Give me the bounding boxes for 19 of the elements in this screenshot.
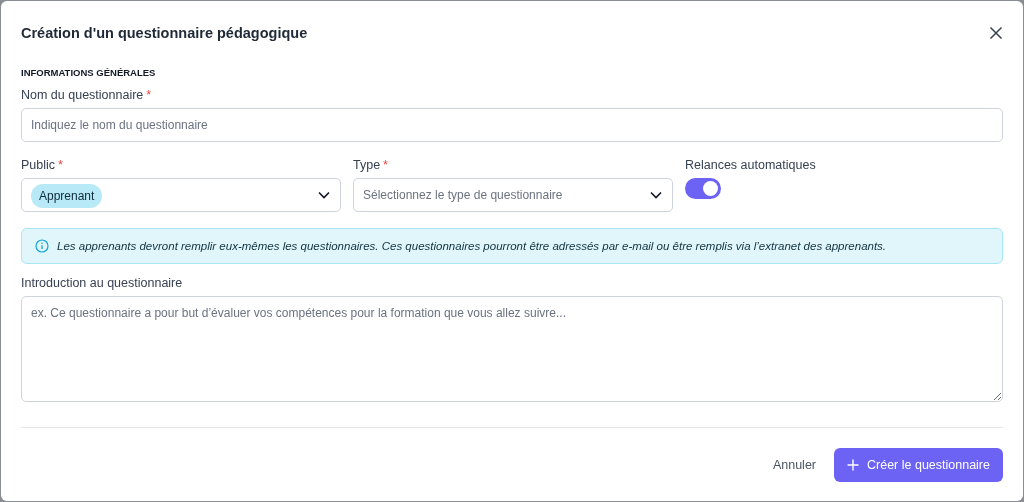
toggle-switch[interactable] xyxy=(685,178,721,199)
field-label: Nom du questionnaire * xyxy=(21,88,153,102)
dialog-title: Création d'un questionnaire pédagogique xyxy=(21,25,308,41)
public-select[interactable]: Apprenant xyxy=(21,178,341,212)
field-label: Introduction au questionnaire xyxy=(21,276,184,290)
type-select[interactable]: Sélectionnez le type de questionnaire xyxy=(353,178,673,212)
create-button[interactable]: Créer le questionnaire xyxy=(834,448,1003,482)
field-label: Type * xyxy=(353,158,389,172)
info-text: Les apprenants devront remplir eux-mêmes les questionnaires. Ces questionnaires pourront être adressés par e-mail ou être remplis via l’extranet des apprenants. xyxy=(57,240,887,252)
field-label: Relances automatiques xyxy=(685,158,817,172)
name-input[interactable]: Indiquez le nom du questionnaire xyxy=(21,108,1003,142)
cancel-button[interactable]: Annuler xyxy=(770,452,818,478)
intro-textarea[interactable]: ex. Ce questionnaire a pour but d’évaluer vos compétences pour la formation que vous allez suivre... xyxy=(21,296,1003,402)
plus-icon xyxy=(847,459,859,471)
tag: Apprenant xyxy=(31,184,103,208)
field-label: Public * xyxy=(21,158,64,172)
section-heading: INFORMATIONS GÉNÉRALES xyxy=(21,67,157,78)
close-icon[interactable] xyxy=(989,26,1003,40)
info-icon xyxy=(35,239,49,253)
